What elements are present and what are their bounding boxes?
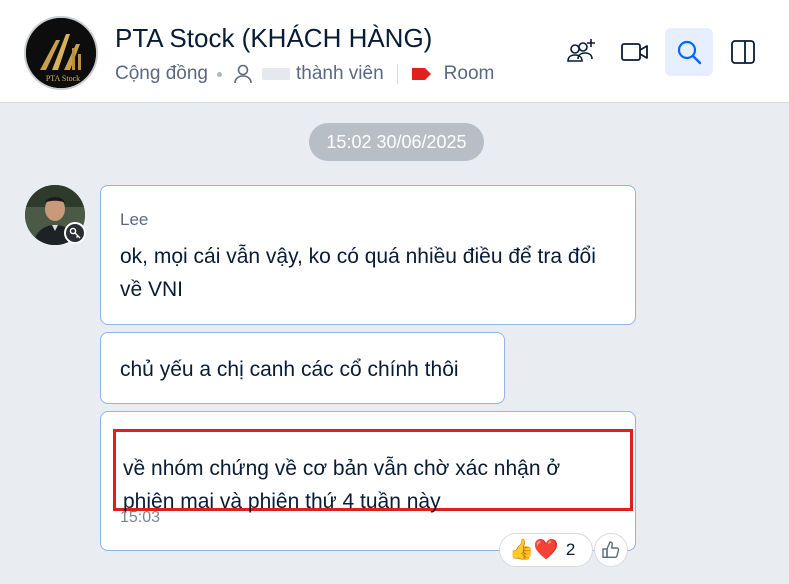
admin-key-badge — [64, 222, 86, 244]
thumbs-up-reaction: 👍 — [509, 539, 534, 561]
key-icon — [69, 227, 81, 239]
video-call-icon — [621, 43, 648, 61]
react-button[interactable] — [594, 533, 628, 567]
reaction-count: 2 — [565, 540, 576, 559]
chat-header: PTA Stock PTA Stock (KHÁCH HÀNG) Cộng đồ… — [0, 0, 789, 103]
sender-name: Lee — [120, 210, 149, 229]
add-member-button[interactable] — [557, 28, 605, 76]
separator-dot — [216, 71, 222, 77]
member-count-redacted — [261, 68, 290, 80]
search-button[interactable] — [665, 28, 713, 76]
video-call-button[interactable] — [611, 28, 659, 76]
room-label[interactable]: Room — [444, 63, 495, 85]
add-member-icon — [567, 39, 595, 62]
reaction-summary[interactable]: 👍 ❤️ 2 — [499, 533, 593, 567]
pta-logo: PTA Stock — [26, 18, 96, 88]
message-text: ok, mọi cái vẫn vậy, ko có quá nhiều điề… — [120, 245, 596, 301]
sidebar-toggle-button[interactable] — [719, 28, 767, 76]
message-time: 15:03 — [120, 509, 161, 526]
search-icon — [677, 40, 702, 65]
divider — [396, 64, 398, 84]
message-text: chủ yếu a chị canh các cổ chính thôi — [120, 358, 459, 381]
like-icon — [602, 541, 620, 559]
message-text: về nhóm chứng về cơ bản vẫn chờ xác nhận… — [123, 457, 561, 513]
group-title: PTA Stock (KHÁCH HÀNG) — [115, 23, 433, 53]
message-bubble[interactable]: chủ yếu a chị canh các cổ chính thôi — [100, 332, 505, 404]
group-subline: Cộng đồng thành viên Room — [115, 62, 494, 86]
logo-text: PTA Stock — [46, 74, 80, 83]
tag-icon — [411, 68, 431, 80]
group-category: Cộng đồng — [115, 63, 208, 84]
person-icon — [234, 64, 252, 84]
group-avatar[interactable]: PTA Stock — [24, 16, 98, 90]
member-label[interactable]: thành viên — [296, 63, 384, 85]
sidebar-toggle-icon — [731, 40, 755, 64]
heart-reaction: ❤️ — [533, 539, 559, 561]
date-separator: 15:02 30/06/2025 — [309, 123, 484, 161]
message-bubble[interactable]: về nhóm chứng về cơ bản vẫn chờ xác nhận… — [100, 411, 636, 551]
message-bubble[interactable]: Lee ok, mọi cái vẫn vậy, ko có quá nhiều… — [100, 185, 636, 325]
highlight-box: về nhóm chứng về cơ bản vẫn chờ xác nhận… — [113, 429, 633, 513]
